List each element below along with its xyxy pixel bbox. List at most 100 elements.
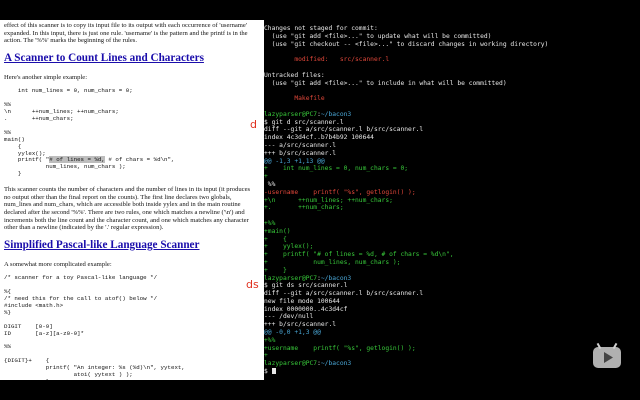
terminal-text: @@ -0,0 +1,3 @@ <box>264 329 321 337</box>
terminal-line: +\n ++num_lines; ++num_chars; <box>264 197 640 205</box>
terminal-text: Makefile <box>264 95 325 103</box>
terminal-text: + yylex(); <box>264 243 314 251</box>
annotation-d: d <box>250 118 257 131</box>
terminal-text: + printf( "# of lines = %d, # of chars =… <box>264 251 454 259</box>
code-block-count: int num_lines = 0, num_chars = 0; %% \n … <box>4 87 256 178</box>
terminal-line: + { <box>264 236 640 244</box>
terminal-line: $ git d src/scanner.l <box>264 119 640 127</box>
screen: effect of this scanner is to copy its in… <box>0 20 640 380</box>
terminal-line: +++ b/src/scanner.l <box>264 321 640 329</box>
terminal-text: @@ -1,3 +1,13 @@ <box>264 157 325 165</box>
terminal-text: lazyparser@PC7 <box>264 360 318 368</box>
terminal-text: modified: src/scanner.l <box>264 56 390 64</box>
terminal-line: Untracked files: <box>264 72 640 80</box>
terminal-line: lazyparser@PC7:~/bacon3 <box>264 111 640 119</box>
terminal-text: +++ b/src/scanner.l <box>264 149 337 157</box>
terminal-pane[interactable]: Changes not staged for commit: (use "git… <box>264 20 640 380</box>
terminal-text: +++ b/src/scanner.l <box>264 321 337 329</box>
terminal-line: %% <box>264 181 640 189</box>
terminal-text: $ <box>264 368 272 376</box>
terminal-line: index 0000000..4c3d4cf <box>264 306 640 314</box>
terminal-text: + <box>264 173 268 181</box>
terminal-text: (use "git add <file>..." to include in w… <box>264 79 507 87</box>
terminal-text: lazyparser@PC7 <box>264 110 318 118</box>
terminal-line: lazyparser@PC7:~/bacon3 <box>264 360 640 368</box>
terminal-text: +%% <box>264 219 276 227</box>
terminal-line: +%% <box>264 220 640 228</box>
terminal-line: modified: src/scanner.l <box>264 56 640 64</box>
terminal-output: Changes not staged for commit: (use "git… <box>264 20 640 376</box>
terminal-text: $ git d src/scanner.l <box>264 118 344 126</box>
terminal-text: diff --git a/src/scanner.l b/src/scanner… <box>264 290 424 298</box>
heading-pascal-scanner[interactable]: Simplified Pascal-like Language Scanner <box>4 239 256 252</box>
terminal-text: ~/bacon3 <box>320 360 352 368</box>
terminal-text: + <box>264 352 268 360</box>
terminal-line: --- /dev/null <box>264 313 640 321</box>
terminal-line: + printf( "# of lines = %d, # of chars =… <box>264 251 640 259</box>
intro-paragraph: effect of this scanner is to copy its in… <box>4 22 248 45</box>
terminal-line: (use "git checkout -- <file>..." to disc… <box>264 41 640 49</box>
terminal-text: + num_lines, num_chars ); <box>264 258 401 266</box>
terminal-text: -username printf( "%s", getlogin() ); <box>264 188 416 196</box>
terminal-text: --- /dev/null <box>264 313 314 321</box>
terminal-text: $ git ds src/scanner.l <box>264 282 348 290</box>
terminal-line: $ git ds src/scanner.l <box>264 282 640 290</box>
terminal-text: +%% <box>264 336 276 344</box>
terminal-text: Changes not staged for commit: <box>264 25 378 32</box>
terminal-text: +\n ++num_lines; ++num_chars; <box>264 196 393 204</box>
terminal-line: +. ++num_chars; <box>264 204 640 212</box>
heading-count-lines[interactable]: A Scanner to Count Lines and Characters <box>4 52 256 65</box>
terminal-line: +main() <box>264 228 640 236</box>
terminal-line: @@ -1,3 +1,13 @@ <box>264 158 640 166</box>
terminal-line: + <box>264 352 640 360</box>
terminal-text: index 0000000..4c3d4cf <box>264 305 348 313</box>
terminal-line: + num_lines, num_chars ); <box>264 259 640 267</box>
terminal-text: +main() <box>264 227 291 235</box>
terminal-text: --- a/src/scanner.l <box>264 141 337 149</box>
terminal-line: @@ -0,0 +1,3 @@ <box>264 329 640 337</box>
terminal-text: +username printf( "%s", getlogin() ); <box>264 344 416 352</box>
terminal-text: (use "git checkout -- <file>..." to disc… <box>264 40 549 48</box>
terminal-text: ~/bacon3 <box>320 110 352 118</box>
code-block-pascal: /* scanner for a toy Pascal-like languag… <box>4 274 185 380</box>
terminal-line: (use "git add <file>..." to include in w… <box>264 80 640 88</box>
terminal-text: index 4c3d4cf..b7b4b92 100644 <box>264 134 374 142</box>
terminal-line: new file mode 100644 <box>264 298 640 306</box>
terminal-line: + <box>264 173 640 181</box>
terminal-line: lazyparser@PC7:~/bacon3 <box>264 275 640 283</box>
terminal-text: + { <box>264 235 287 243</box>
terminal-text: diff --git a/src/scanner.l b/src/scanner… <box>264 126 424 134</box>
terminal-text: ~/bacon3 <box>320 274 352 282</box>
terminal-line: diff --git a/src/scanner.l b/src/scanner… <box>264 290 640 298</box>
terminal-line: +username printf( "%s", getlogin() ); <box>264 345 640 353</box>
terminal-line: --- a/src/scanner.l <box>264 142 640 150</box>
terminal-text: new file mode 100644 <box>264 297 340 305</box>
terminal-line: +%% <box>264 337 640 345</box>
terminal-text: %% <box>264 180 276 188</box>
terminal-line: diff --git a/src/scanner.l b/src/scanner… <box>264 126 640 134</box>
terminal-cursor <box>271 368 276 375</box>
terminal-text: Untracked files: <box>264 71 325 79</box>
annotation-ds: ds <box>246 278 259 291</box>
terminal-text: +. ++num_chars; <box>264 204 344 212</box>
terminal-text: lazyparser@PC7 <box>264 274 318 282</box>
explanation-paragraph: This scanner counts the number of charac… <box>4 186 251 232</box>
terminal-line: + int num_lines = 0, num_chars = 0; <box>264 165 640 173</box>
document-pane[interactable]: effect of this scanner is to copy its in… <box>0 20 260 380</box>
terminal-line: + } <box>264 267 640 275</box>
terminal-line: + yylex(); <box>264 243 640 251</box>
terminal-line: +++ b/src/scanner.l <box>264 150 640 158</box>
terminal-text: + int num_lines = 0, num_chars = 0; <box>264 165 409 173</box>
terminal-text: (use "git add <file>..." to update what … <box>264 32 492 40</box>
terminal-line: Changes not staged for commit: <box>264 25 640 33</box>
terminal-line: $ <box>264 368 640 376</box>
complicated-paragraph: A somewhat more complicated example: <box>4 260 112 268</box>
code-part-1: int num_lines = 0, num_chars = 0; %% \n … <box>4 87 133 164</box>
terminal-line: -username printf( "%s", getlogin() ); <box>264 189 640 197</box>
terminal-line: index 4c3d4cf..b7b4b92 100644 <box>264 134 640 142</box>
